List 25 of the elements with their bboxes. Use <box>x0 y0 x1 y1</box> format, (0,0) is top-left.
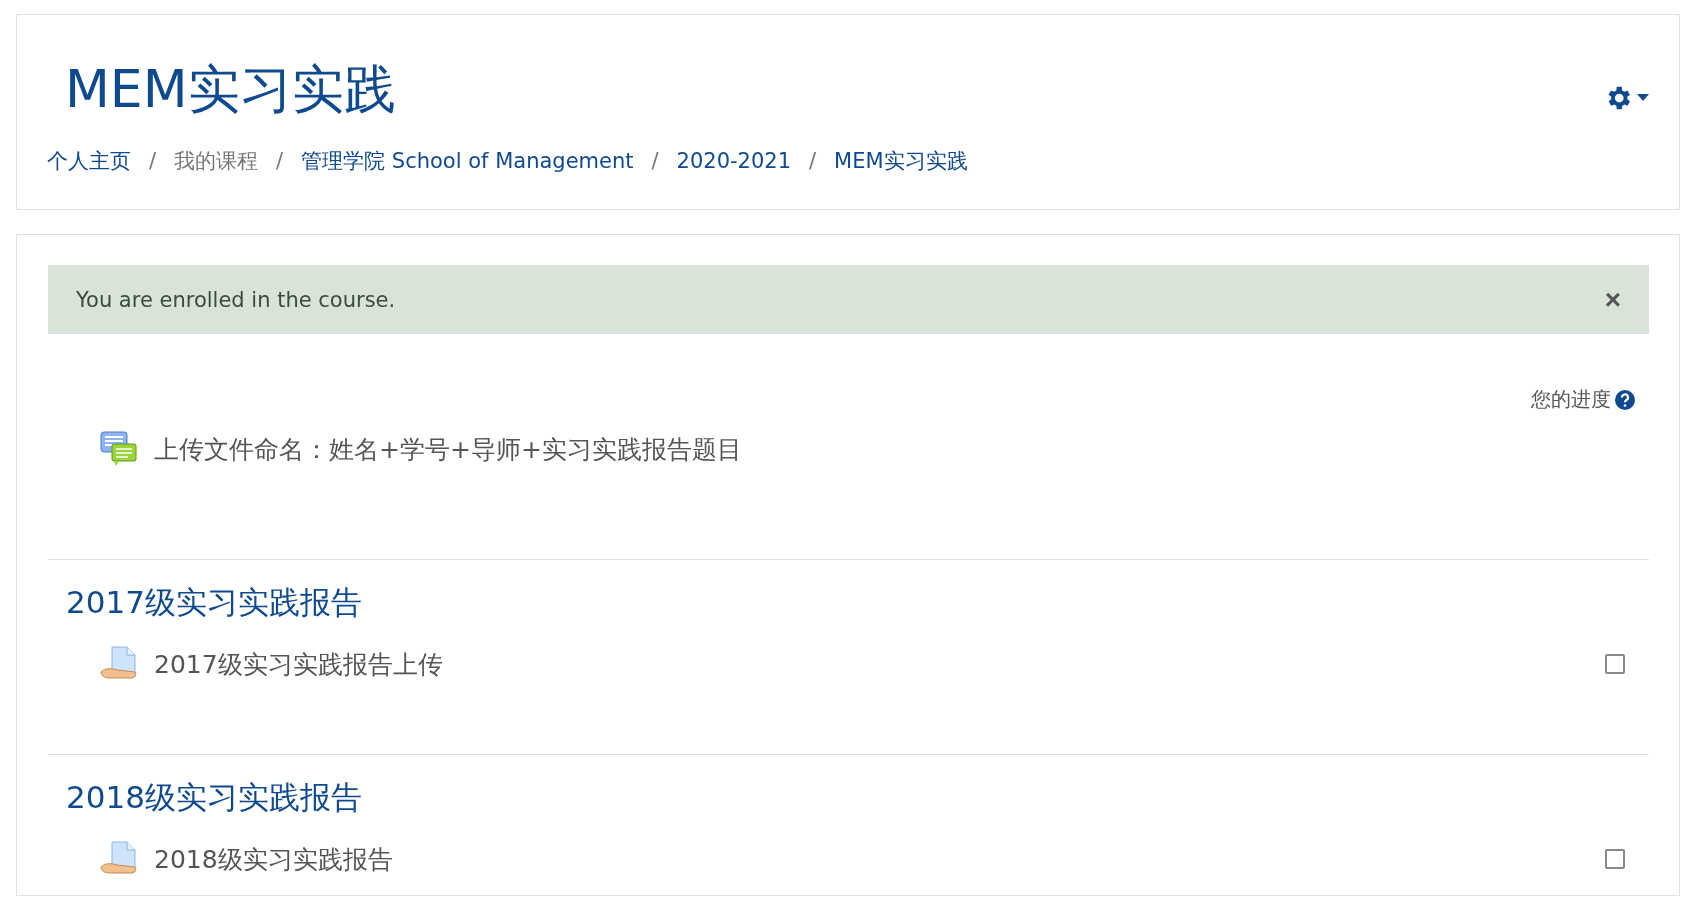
assignment-link[interactable]: 2017级实习实践报告上传 <box>154 647 1589 681</box>
progress-label: 您的进度 <box>1531 386 1611 413</box>
document-on-hand-icon <box>100 841 138 877</box>
breadcrumb-link[interactable]: 2020-2021 <box>676 149 792 173</box>
notice-text: 上传文件命名：姓名+学号+导师+实习实践报告题目 <box>154 433 742 466</box>
alert-message: You are enrolled in the course. <box>76 287 396 312</box>
course-title: MEM实习实践 <box>65 58 397 121</box>
close-button[interactable]: × <box>1604 283 1621 316</box>
breadcrumb-separator: / <box>276 149 284 173</box>
breadcrumb-link[interactable]: 管理学院 School of Management <box>301 147 634 175</box>
caret-icon <box>1637 94 1649 102</box>
breadcrumb-label: 我的课程 <box>174 148 259 175</box>
document-on-hand-icon <box>100 646 138 682</box>
completion-checkbox[interactable] <box>1605 654 1625 674</box>
chat-bubbles-icon <box>100 431 138 467</box>
help-icon[interactable] <box>1615 389 1635 410</box>
completion-checkbox[interactable] <box>1605 849 1625 869</box>
assignment-link[interactable]: 2018级实习实践报告 <box>154 842 1589 876</box>
breadcrumb-link[interactable]: 个人主页 <box>47 147 131 175</box>
breadcrumb-separator: / <box>149 149 157 173</box>
breadcrumb-link[interactable]: MEM实习实践 <box>834 147 968 175</box>
section-title[interactable]: 2018级实习实践报告 <box>66 777 1649 819</box>
section-title[interactable]: 2017级实习实践报告 <box>66 582 1649 624</box>
breadcrumb-separator: / <box>651 149 659 173</box>
breadcrumb-separator: / <box>809 149 817 173</box>
